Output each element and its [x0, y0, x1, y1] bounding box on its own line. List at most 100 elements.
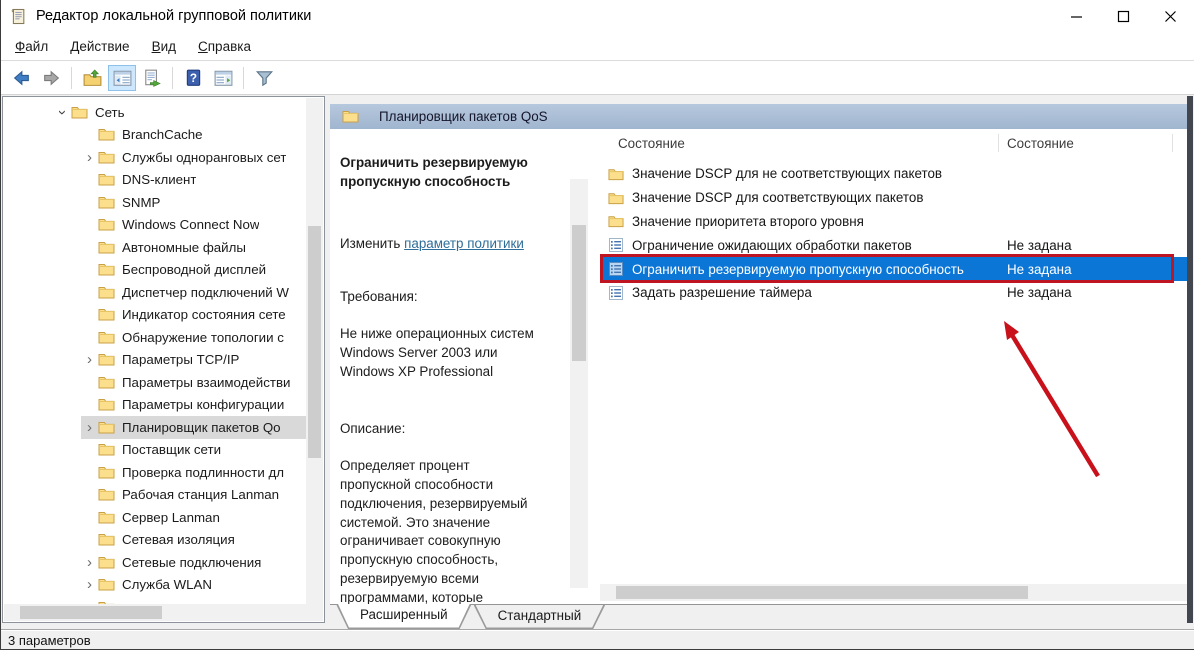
- chevron-right-icon[interactable]: ›: [81, 352, 98, 367]
- menu-item-ф[interactable]: Файл: [4, 39, 59, 54]
- tree-item[interactable]: › Служба WLAN: [4, 574, 307, 597]
- folder-icon: [98, 285, 115, 300]
- up-one-level-button[interactable]: [78, 65, 106, 91]
- policy-row[interactable]: Задать разрешение таймера Не задана: [600, 281, 1187, 305]
- policy-row[interactable]: Значение DSCP для не соответствующих пак…: [600, 162, 1187, 186]
- menu-item-с[interactable]: Справка: [187, 39, 262, 54]
- help-button[interactable]: ?: [179, 65, 207, 91]
- tree-item[interactable]: ›Сервер Lanman: [4, 506, 307, 529]
- tree-item[interactable]: › Сеть: [4, 101, 307, 124]
- policy-row[interactable]: Значение DSCP для соответствующих пакето…: [600, 186, 1187, 210]
- tree-item[interactable]: › Службы одноранговых сет: [4, 146, 307, 169]
- policy-name: Ограничить резервируемую пропускную спос…: [632, 261, 964, 277]
- list-horizontal-scrollbar: [600, 584, 1187, 601]
- scroll-right-arrow-icon[interactable]: [290, 604, 307, 621]
- chevron-down-icon[interactable]: ›: [54, 104, 71, 121]
- tree-item[interactable]: › Сетевые подключения: [4, 551, 307, 574]
- show-console-tree-button[interactable]: [108, 64, 136, 91]
- column-divider[interactable]: [998, 134, 999, 152]
- window-edge: [1187, 96, 1193, 623]
- policy-name: Ограничение ожидающих обработки пакетов: [632, 237, 912, 253]
- statusbar: 3 параметров: [0, 629, 1194, 650]
- folder-icon: [342, 109, 359, 124]
- folder-icon: [98, 510, 115, 525]
- scroll-down-arrow-icon[interactable]: [306, 588, 323, 605]
- menu-item-д[interactable]: Действие: [59, 39, 140, 54]
- tree-item[interactable]: ›Рабочая станция Lanman: [4, 484, 307, 507]
- folder-icon: [98, 262, 115, 277]
- folder-icon: [98, 487, 115, 502]
- tab-inactive[interactable]: Стандартный: [474, 605, 606, 629]
- scrollbar-thumb[interactable]: [308, 226, 321, 458]
- tree-item-label: Беспроводной дисплей: [122, 262, 267, 278]
- tree-item[interactable]: ›Сетевая изоляция: [4, 529, 307, 552]
- column-header-name[interactable]: Состояние: [618, 136, 685, 151]
- tree-item-label: BranchCache: [122, 127, 203, 143]
- tree-item-label: Windows Connect Now: [122, 217, 260, 233]
- policy-state: Не задана: [1007, 285, 1072, 301]
- folder-icon: [98, 442, 115, 457]
- scroll-down-arrow-icon[interactable]: [570, 569, 587, 586]
- tree-item[interactable]: ›DNS-клиент: [4, 169, 307, 192]
- back-arrow-button[interactable]: [7, 65, 35, 91]
- tree-item[interactable]: › Планировщик пакетов Qo: [4, 416, 307, 439]
- tree-item[interactable]: ›Индикатор состояния сете: [4, 304, 307, 327]
- tree-vertical-scrollbar: [306, 98, 323, 605]
- folder-icon: [608, 213, 624, 229]
- minimize-button[interactable]: [1053, 0, 1100, 32]
- chevron-right-icon[interactable]: ›: [81, 420, 98, 435]
- scrollbar-thumb[interactable]: [20, 606, 162, 619]
- menu-item-в[interactable]: Вид: [141, 39, 187, 54]
- scroll-up-arrow-icon[interactable]: [306, 98, 323, 115]
- scroll-left-arrow-icon[interactable]: [600, 584, 617, 601]
- description-text: Определяет процент пропускной способност…: [340, 458, 528, 604]
- tree-item[interactable]: ›Диспетчер подключений W: [4, 281, 307, 304]
- tree-item[interactable]: ›Поставщик сети: [4, 439, 307, 462]
- chevron-right-icon[interactable]: ›: [81, 577, 98, 592]
- content-header-title: Планировщик пакетов QoS: [379, 109, 548, 124]
- tree-item[interactable]: ›Беспроводной дисплей: [4, 259, 307, 282]
- column-divider[interactable]: [1172, 134, 1173, 152]
- scroll-up-arrow-icon[interactable]: [570, 181, 587, 198]
- edit-policy-line: Изменить параметр политики: [340, 235, 562, 254]
- policy-row[interactable]: Ограничение ожидающих обработки пакетов Н…: [600, 233, 1187, 257]
- scroll-left-arrow-icon[interactable]: [4, 604, 21, 621]
- forward-arrow-button[interactable]: [37, 65, 65, 91]
- toolbar-separator: [172, 66, 173, 89]
- tree-item[interactable]: ›Windows Connect Now: [4, 214, 307, 237]
- scroll-right-arrow-icon[interactable]: [1168, 584, 1185, 601]
- scrollbar-corner: [306, 604, 323, 621]
- scrollbar-thumb[interactable]: [616, 586, 1028, 599]
- tab-active[interactable]: Расширенный: [336, 604, 472, 629]
- tree-item[interactable]: ›Проверка подлинности дл: [4, 461, 307, 484]
- policy-name: Значение приоритета второго уровня: [632, 213, 864, 229]
- tree-item-label: Сетевые подключения: [122, 554, 262, 570]
- tree-item[interactable]: › Параметры TCP/IP: [4, 349, 307, 372]
- column-header-state[interactable]: Состояние: [1007, 136, 1074, 151]
- tree-item[interactable]: ›BranchCache: [4, 124, 307, 147]
- folder-icon: [608, 190, 624, 206]
- close-button[interactable]: [1147, 0, 1194, 32]
- policy-row[interactable]: Ограничить резервируемую пропускную спос…: [600, 257, 1187, 281]
- tree-item[interactable]: ›Автономные файлы: [4, 236, 307, 259]
- filter-button[interactable]: [250, 65, 278, 91]
- show-action-pane-button[interactable]: [209, 65, 237, 91]
- maximize-button[interactable]: [1100, 0, 1147, 32]
- tree-item[interactable]: ›Параметры взаимодействи: [4, 371, 307, 394]
- tree-item[interactable]: ›SNMP: [4, 191, 307, 214]
- show-action-pane-icon: [214, 69, 233, 87]
- tree-item-label: Параметры TCP/IP: [122, 352, 240, 368]
- policy-name: Задать разрешение таймера: [632, 285, 812, 301]
- chevron-right-icon[interactable]: ›: [81, 150, 98, 165]
- chevron-right-icon[interactable]: ›: [81, 555, 98, 570]
- export-list-button[interactable]: [138, 65, 166, 91]
- policy-row[interactable]: Значение приоритета второго уровня: [600, 210, 1187, 234]
- policy-icon: [608, 285, 624, 301]
- tree-item[interactable]: ›Обнаружение топологии с: [4, 326, 307, 349]
- scrollbar-thumb[interactable]: [572, 225, 586, 361]
- details-pane: Ограничить резервируемую пропускную спос…: [330, 129, 570, 604]
- tree-item[interactable]: ›Параметры конфигурации: [4, 394, 307, 417]
- edit-policy-link[interactable]: параметр политики: [404, 236, 524, 251]
- policy-state: Не задана: [1007, 261, 1072, 277]
- content-area: Ограничить резервируемую пропускную спос…: [330, 129, 1187, 604]
